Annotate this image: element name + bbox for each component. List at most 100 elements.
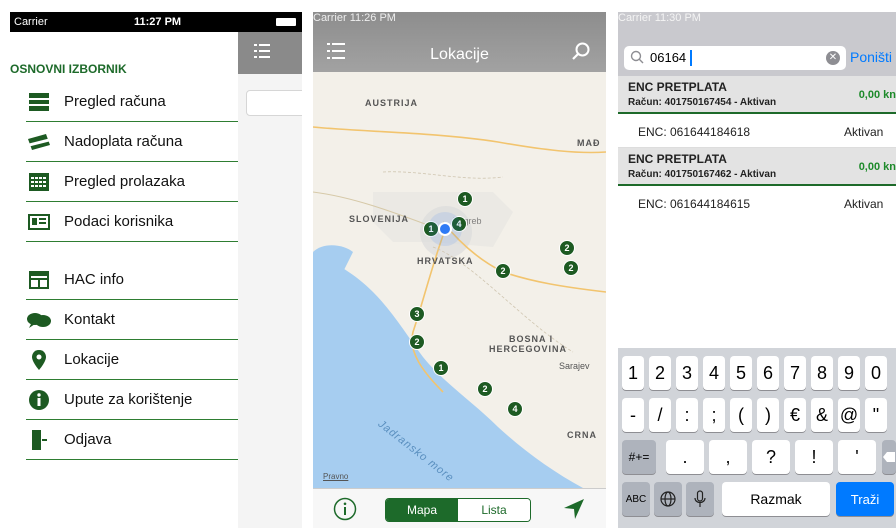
underlying-nav-bar <box>238 32 302 74</box>
locate-me-arrow-icon[interactable] <box>563 498 585 520</box>
subscription-header-row[interactable]: ENC PRETPLATA Račun: 401750167454 - Akti… <box>618 76 896 114</box>
map-label-madjarska: MAĐ <box>577 138 601 148</box>
key-7[interactable]: 7 <box>784 356 806 390</box>
key-abc[interactable]: ABC <box>622 482 650 516</box>
key-euro[interactable]: € <box>784 398 806 432</box>
segment-lista[interactable]: Lista <box>458 499 530 521</box>
key-period[interactable]: . <box>666 440 704 474</box>
location-pin[interactable]: 3 <box>409 306 425 322</box>
location-pin[interactable]: 2 <box>495 263 511 279</box>
key-close-paren[interactable]: ) <box>757 398 779 432</box>
logout-door-icon <box>26 429 52 450</box>
space-key[interactable]: Razmak <box>722 482 830 516</box>
key-1[interactable]: 1 <box>622 356 644 390</box>
balance-amount: 0,00 kn <box>858 89 896 101</box>
menu-item-label: Odjava <box>64 431 112 448</box>
key-semicolon[interactable]: ; <box>703 398 725 432</box>
cancel-button[interactable]: Poništi <box>850 49 892 65</box>
search-icon <box>630 50 644 64</box>
side-menu: OSNOVNI IZBORNIK Pregled računa Nadoplat… <box>10 32 238 528</box>
menu-item-kontakt[interactable]: Kontakt <box>26 300 238 340</box>
nav-bar: Carrier 11:26 PM Lokacije <box>313 12 606 72</box>
location-pin[interactable]: 2 <box>563 260 579 276</box>
location-pin[interactable]: 4 <box>507 401 523 417</box>
menu-item-label: Pregled prolazaka <box>64 173 185 190</box>
location-pin[interactable]: 4 <box>451 216 467 232</box>
enc-device-row[interactable]: ENC: 061644184618 Aktivan <box>618 116 896 148</box>
backspace-key[interactable] <box>882 440 896 474</box>
location-pin[interactable]: 2 <box>559 240 575 256</box>
key-comma[interactable]: , <box>709 440 747 474</box>
menu-item-podaci-korisnika[interactable]: Podaci korisnika <box>26 202 238 242</box>
map-legal-link[interactable]: Pravno <box>323 472 348 481</box>
key-exclamation[interactable]: ! <box>795 440 833 474</box>
key-at[interactable]: @ <box>838 398 860 432</box>
menu-item-pregled-racuna[interactable]: Pregled računa <box>26 82 238 122</box>
map-label-bosna: BOSNA I <box>509 334 554 344</box>
menu-item-upute[interactable]: Upute za korištenje <box>26 380 238 420</box>
status-bar: Carrier 11:27 PM <box>10 12 302 32</box>
subscription-title: ENC PRETPLATA <box>628 152 727 166</box>
menu-item-lokacije[interactable]: Lokacije <box>26 340 238 380</box>
search-icon[interactable] <box>572 42 590 60</box>
key-0[interactable]: 0 <box>865 356 887 390</box>
key-8[interactable]: 8 <box>811 356 833 390</box>
menu-item-label: Nadoplata računa <box>64 133 183 150</box>
key-4[interactable]: 4 <box>703 356 725 390</box>
account-line: Račun: 401750167462 - Aktivan <box>628 169 777 180</box>
menu-item-pregled-prolazaka[interactable]: Pregled prolazaka <box>26 162 238 202</box>
subscription-title: ENC PRETPLATA <box>628 80 727 94</box>
search-screen: Carrier 11:30 PM 06164 ✕ Poništi ENC PRE… <box>618 12 896 528</box>
map-list-segmented-control: Mapa Lista <box>385 498 531 522</box>
menu-item-label: Kontakt <box>64 311 115 328</box>
underlying-screen[interactable] <box>238 32 302 528</box>
menu-item-label: Upute za korištenje <box>64 391 193 408</box>
key-colon[interactable]: : <box>676 398 698 432</box>
key-open-paren[interactable]: ( <box>730 398 752 432</box>
info-icon[interactable] <box>333 497 357 521</box>
location-pin[interactable]: 1 <box>457 191 473 207</box>
underlying-search-field[interactable] <box>246 90 302 116</box>
location-pin[interactable]: 2 <box>409 334 425 350</box>
menu-item-nadoplata-racuna[interactable]: Nadoplata računa <box>26 122 238 162</box>
key-minus[interactable]: - <box>622 398 644 432</box>
menu-item-label: Lokacije <box>64 351 120 368</box>
battery-icon <box>276 18 296 26</box>
key-symbols-toggle[interactable]: #+= <box>622 440 656 474</box>
card-icon <box>26 132 52 152</box>
location-pin[interactable]: 1 <box>423 221 439 237</box>
page-title: Lokacije <box>430 46 489 63</box>
key-6[interactable]: 6 <box>757 356 779 390</box>
key-9[interactable]: 9 <box>838 356 860 390</box>
carrier-label: Carrier <box>618 12 652 24</box>
id-card-icon <box>26 212 52 232</box>
menu-item-hac-info[interactable]: HAC info <box>26 260 238 300</box>
menu-item-label: Podaci korisnika <box>64 213 174 230</box>
status-bar: Carrier 11:26 PM <box>313 12 606 32</box>
key-2[interactable]: 2 <box>649 356 671 390</box>
key-ampersand[interactable]: & <box>811 398 833 432</box>
key-slash[interactable]: / <box>649 398 671 432</box>
subscription-header-row[interactable]: ENC PRETPLATA Račun: 401750167462 - Akti… <box>618 148 896 186</box>
status-bar: Carrier 11:30 PM <box>618 12 896 32</box>
key-apostrophe[interactable]: ' <box>838 440 876 474</box>
location-pin[interactable]: 1 <box>433 360 449 376</box>
key-quote[interactable]: " <box>865 398 887 432</box>
clear-icon[interactable]: ✕ <box>826 51 840 65</box>
enc-status: Aktivan <box>844 197 884 211</box>
key-3[interactable]: 3 <box>676 356 698 390</box>
search-submit-key[interactable]: Traži <box>836 482 894 516</box>
segment-mapa[interactable]: Mapa <box>386 499 458 521</box>
keyboard: 1 2 3 4 5 6 7 8 9 0 - / : ; ( ) € & @ " … <box>618 348 896 528</box>
enc-device-row[interactable]: ENC: 061644184615 Aktivan <box>618 188 896 220</box>
clock: 11:30 PM <box>654 12 701 24</box>
key-question[interactable]: ? <box>752 440 790 474</box>
dictation-key[interactable] <box>686 482 714 516</box>
location-pin[interactable]: 2 <box>477 381 493 397</box>
map-view[interactable]: AUSTRIJA MAĐ SLOVENIJA HRVATSKA BOSNA I … <box>313 72 606 488</box>
key-5[interactable]: 5 <box>730 356 752 390</box>
menu-item-odjava[interactable]: Odjava <box>26 420 238 460</box>
globe-key[interactable] <box>654 482 682 516</box>
search-input[interactable]: 06164 ✕ <box>624 46 846 70</box>
hamburger-icon[interactable] <box>254 44 270 58</box>
